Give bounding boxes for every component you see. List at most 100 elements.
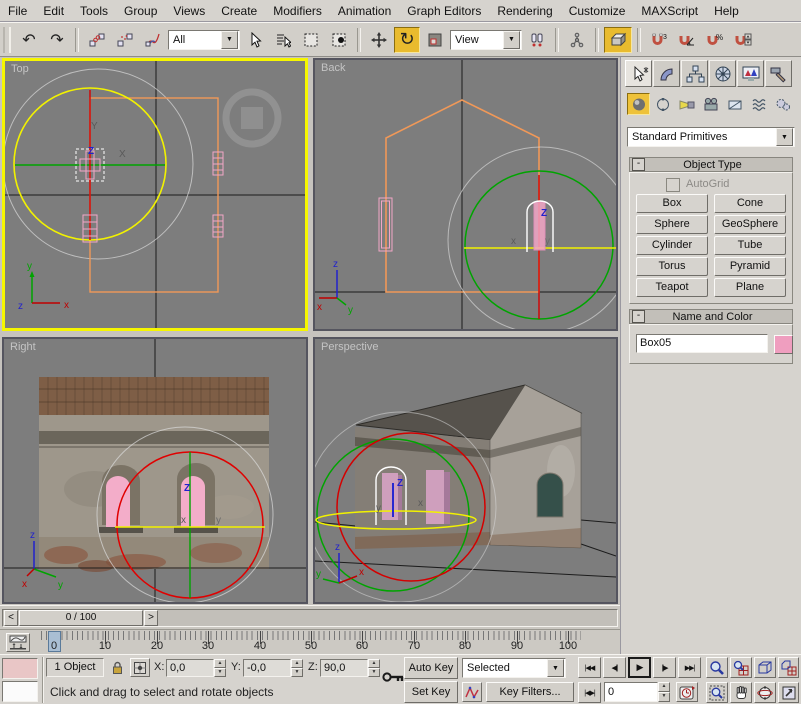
current-frame-field[interactable]: 0	[604, 682, 658, 702]
collapse-icon[interactable]: -	[632, 158, 645, 171]
select-and-scale-icon[interactable]	[422, 27, 448, 53]
next-frame-button[interactable]: >	[144, 610, 158, 626]
window-crossing-toggle-icon[interactable]	[326, 27, 352, 53]
select-object-icon[interactable]	[242, 27, 268, 53]
time-slider-track[interactable]: < 0 / 100 >	[2, 609, 618, 627]
set-key-button[interactable]: Set Key	[404, 681, 458, 703]
undo-button[interactable]: ↶	[16, 27, 42, 53]
frame-spinner[interactable]: ▲▼	[658, 682, 670, 702]
dropdown-arrow-icon[interactable]: ▼	[547, 659, 564, 677]
toolbar-grip[interactable]	[3, 27, 11, 53]
menu-tools[interactable]: Tools	[72, 4, 116, 18]
zoom-all-button[interactable]	[730, 657, 752, 678]
menu-create[interactable]: Create	[213, 4, 265, 18]
min-max-toggle-button[interactable]	[778, 682, 799, 703]
z-spinner[interactable]: ▲▼	[368, 659, 380, 677]
key-mode-dropdown[interactable]: Selected ▼	[462, 658, 566, 678]
x-coordinate-field[interactable]: 0,0	[166, 659, 214, 677]
arc-rotate-button[interactable]	[754, 682, 776, 703]
tab-create[interactable]	[625, 60, 652, 87]
category-cameras[interactable]	[699, 93, 722, 115]
maxscript-listener-pane[interactable]	[2, 681, 38, 702]
selection-filter-dropdown[interactable]: All ▼	[168, 30, 240, 50]
viewport-right-label[interactable]: Right	[10, 341, 36, 353]
z-coordinate-field[interactable]: 90,0	[320, 659, 368, 677]
select-and-move-icon[interactable]	[366, 27, 392, 53]
category-shapes[interactable]	[651, 93, 674, 115]
absolute-offset-mode-toggle[interactable]	[130, 658, 150, 677]
object-type-cylinder-button[interactable]: Cylinder	[636, 236, 708, 255]
object-type-geosphere-button[interactable]: GeoSphere	[714, 215, 786, 234]
y-spinner[interactable]: ▲▼	[291, 659, 303, 677]
menu-graph-editors[interactable]: Graph Editors	[399, 4, 489, 18]
spinner-snap-toggle-icon[interactable]	[730, 27, 756, 53]
select-and-link-icon[interactable]	[84, 27, 110, 53]
pan-view-button[interactable]	[730, 682, 752, 703]
autogrid-checkbox[interactable]	[666, 178, 680, 192]
menu-customize[interactable]: Customize	[561, 4, 634, 18]
object-type-pyramid-button[interactable]: Pyramid	[714, 257, 786, 276]
menu-animation[interactable]: Animation	[330, 4, 399, 18]
key-mode-toggle-button[interactable]: |◀▶|	[578, 682, 601, 703]
tab-motion[interactable]	[709, 60, 736, 87]
dropdown-arrow-icon[interactable]: ▼	[503, 31, 520, 49]
category-systems[interactable]	[771, 93, 794, 115]
zoom-tool-button[interactable]	[706, 657, 728, 678]
object-name-field[interactable]: Box05	[636, 334, 768, 353]
time-configuration-button[interactable]	[676, 682, 698, 702]
go-to-end-button[interactable]: ▶▶|	[678, 657, 701, 678]
previous-frame-button[interactable]: ◀||	[603, 657, 626, 678]
default-in-out-tangents-icon[interactable]	[462, 682, 482, 702]
zoom-extents-button[interactable]	[754, 657, 776, 678]
object-color-swatch[interactable]	[774, 335, 793, 354]
object-type-plane-button[interactable]: Plane	[714, 278, 786, 297]
select-and-rotate-button[interactable]: ↻	[394, 27, 420, 53]
category-geometry[interactable]	[627, 93, 650, 115]
viewport-top[interactable]: Top	[2, 58, 308, 331]
rectangular-selection-region-icon[interactable]	[298, 27, 324, 53]
play-animation-button[interactable]: ▶	[628, 657, 651, 678]
redo-button[interactable]: ↷	[44, 27, 70, 53]
mini-curve-editor-button[interactable]	[6, 633, 30, 652]
object-type-teapot-button[interactable]: Teapot	[636, 278, 708, 297]
auto-key-button[interactable]: Auto Key	[404, 657, 458, 679]
viewport-right[interactable]: Right	[2, 337, 308, 604]
viewport-perspective-label[interactable]: Perspective	[321, 341, 378, 353]
menu-group[interactable]: Group	[116, 4, 165, 18]
zoom-region-button[interactable]	[706, 682, 728, 703]
use-pivot-point-center-icon[interactable]	[524, 27, 550, 53]
menu-rendering[interactable]: Rendering	[489, 4, 560, 18]
menu-modifiers[interactable]: Modifiers	[265, 4, 330, 18]
zoom-extents-all-button[interactable]	[778, 657, 799, 678]
dropdown-arrow-icon[interactable]: ▼	[776, 128, 793, 146]
viewport-back[interactable]: Back Z x y	[313, 58, 618, 331]
primitives-category-dropdown[interactable]: Standard Primitives ▼	[627, 127, 795, 147]
category-lights[interactable]	[675, 93, 698, 115]
snaps-toggle-icon[interactable]: 3	[646, 27, 672, 53]
collapse-icon[interactable]: -	[632, 310, 645, 323]
reference-coordinate-system-dropdown[interactable]: View ▼	[450, 30, 522, 50]
category-space-warps[interactable]	[747, 93, 770, 115]
select-by-name-icon[interactable]	[270, 27, 296, 53]
object-type-cone-button[interactable]: Cone	[714, 194, 786, 213]
go-to-start-button[interactable]: |◀◀	[578, 657, 601, 678]
bind-to-space-warp-icon[interactable]	[140, 27, 166, 53]
angle-snap-toggle-icon[interactable]	[674, 27, 700, 53]
selection-lock-toggle[interactable]	[108, 658, 126, 677]
menu-maxscript[interactable]: MAXScript	[633, 4, 706, 18]
menu-views[interactable]: Views	[165, 4, 213, 18]
object-type-sphere-button[interactable]: Sphere	[636, 215, 708, 234]
viewport-perspective[interactable]: Perspective	[313, 337, 618, 604]
time-slider-handle[interactable]: 0 / 100	[19, 610, 143, 626]
keyboard-shortcut-override-toggle[interactable]	[604, 27, 632, 53]
key-filters-button[interactable]: Key Filters...	[486, 682, 574, 702]
menu-file[interactable]: File	[0, 4, 35, 18]
rollout-name-color-header[interactable]: - Name and Color	[629, 309, 793, 324]
set-keys-key-icon[interactable]	[382, 669, 406, 688]
object-type-torus-button[interactable]: Torus	[636, 257, 708, 276]
tab-modify[interactable]	[653, 60, 680, 87]
menu-edit[interactable]: Edit	[35, 4, 72, 18]
x-spinner[interactable]: ▲▼	[214, 659, 226, 677]
category-helpers[interactable]	[723, 93, 746, 115]
y-coordinate-field[interactable]: -0,0	[243, 659, 291, 677]
